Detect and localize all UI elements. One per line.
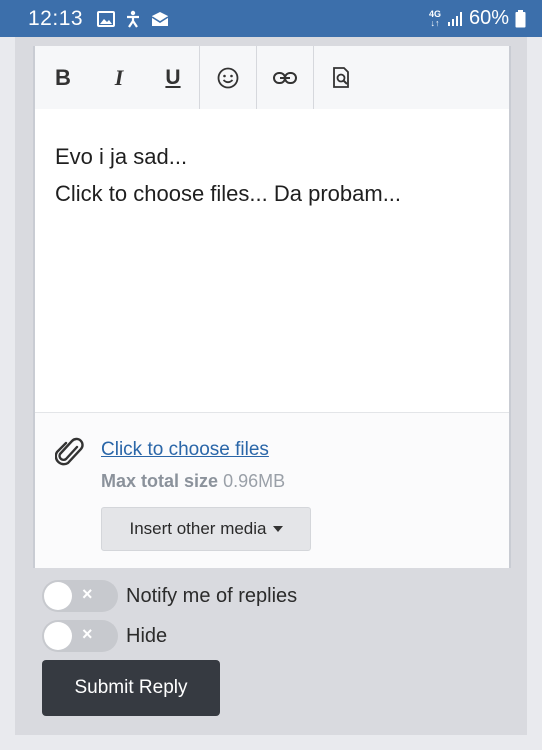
clock: 12:13 (28, 6, 84, 30)
choose-files-link[interactable]: Click to choose files (101, 439, 269, 461)
content-line: Click to choose files... Da probam... (55, 181, 402, 206)
max-size-value: 0.96MB (223, 471, 286, 491)
accessibility-icon (127, 10, 140, 28)
image-icon (97, 10, 116, 27)
close-icon: × (82, 624, 93, 644)
status-right: 4G ↓↑ 60% (429, 7, 526, 30)
notification-icons (97, 10, 169, 28)
italic-button[interactable]: I (91, 46, 147, 109)
status-bar: 12:13 4G ↓↑ 60% (0, 0, 542, 37)
signal-icon (447, 11, 462, 26)
attachment-area: Click to choose files Max total size 0.9… (35, 412, 509, 568)
smiley-icon (217, 67, 239, 88)
notify-option: × Notify me of replies (42, 580, 297, 612)
paperclip-icon (55, 437, 84, 466)
emoji-button[interactable] (200, 46, 256, 109)
hide-toggle[interactable]: × (42, 620, 118, 652)
battery-percent: 60% (468, 7, 509, 29)
hide-option: × Hide (42, 620, 167, 652)
close-icon: × (82, 584, 93, 604)
notify-toggle[interactable]: × (42, 580, 118, 612)
insert-media-button[interactable]: Insert other media (101, 507, 311, 551)
insert-media-label: Insert other media (129, 519, 267, 538)
content-line: Evo i ja sad... (55, 144, 188, 169)
editor-toolbar: B I U (35, 46, 509, 109)
link-icon (273, 71, 297, 84)
preview-icon (333, 66, 349, 88)
network-type: 4G ↓↑ (428, 8, 441, 28)
rich-text-editor: B I U Evo i ja sad... Click to choose fi… (33, 46, 511, 568)
hide-label: Hide (126, 624, 168, 647)
battery-icon (515, 9, 526, 27)
submit-reply-button[interactable]: Submit Reply (42, 660, 220, 716)
max-size-label: Max total size (101, 471, 219, 491)
mail-icon (151, 11, 169, 26)
link-button[interactable] (257, 46, 313, 109)
reply-form: B I U Evo i ja sad... Click to choose fi… (15, 37, 527, 735)
toggle-knob (44, 622, 72, 650)
notify-label: Notify me of replies (126, 584, 298, 607)
editor-content[interactable]: Evo i ja sad... Click to choose files...… (55, 138, 401, 212)
preview-button[interactable] (314, 46, 370, 109)
max-size-info: Max total size 0.96MB (101, 471, 285, 492)
bold-button[interactable]: B (35, 46, 91, 109)
underline-button[interactable]: U (147, 46, 199, 109)
caret-down-icon (272, 526, 283, 532)
toggle-knob (44, 582, 72, 610)
